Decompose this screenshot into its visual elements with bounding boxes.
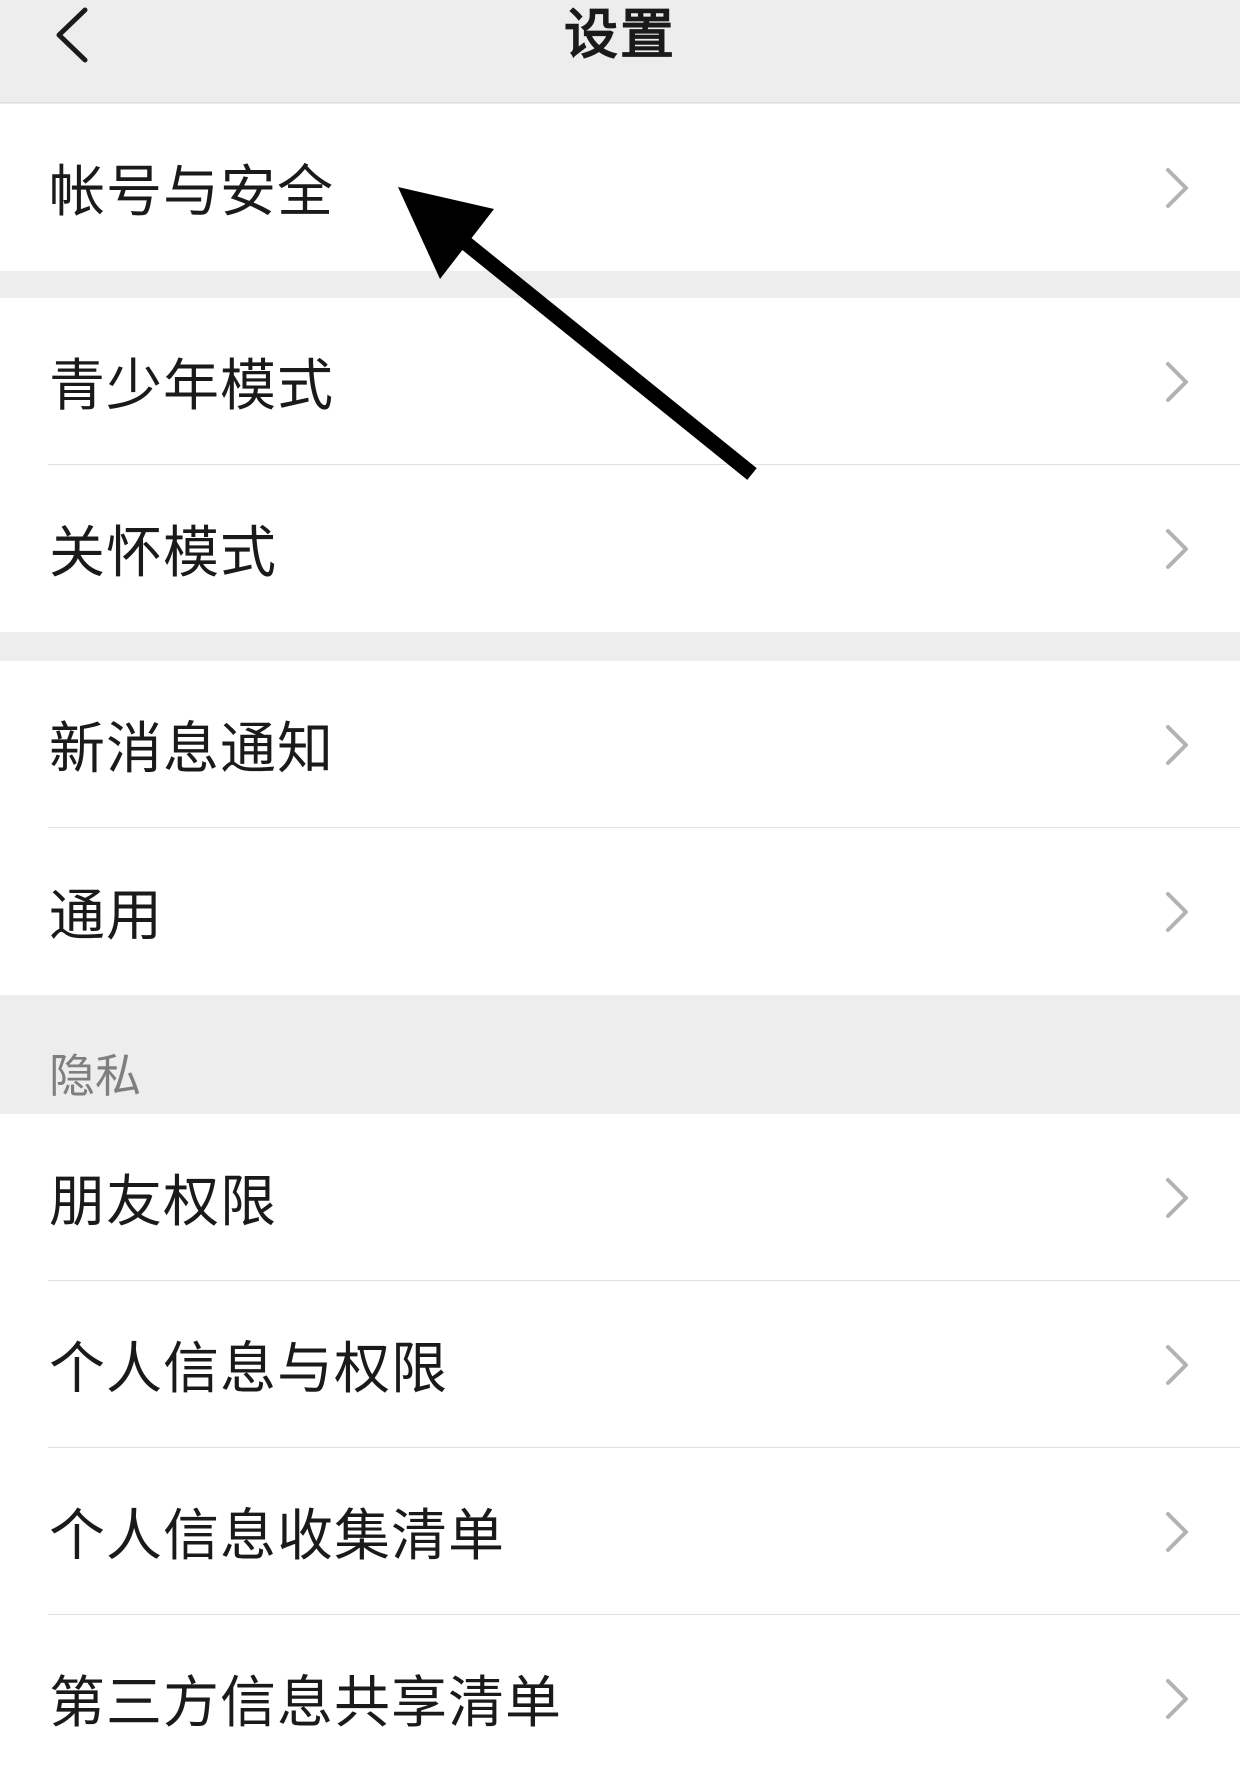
settings-item-third-party-sharing[interactable]: 第三方信息共享清单 — [0, 1615, 1240, 1782]
settings-item-personal-info-collection[interactable]: 个人信息收集清单 — [0, 1448, 1240, 1615]
settings-item-label: 个人信息收集清单 — [49, 1504, 505, 1569]
settings-group-account: 帐号与安全 — [0, 104, 1240, 271]
settings-group-general: 新消息通知 通用 — [0, 661, 1240, 995]
chevron-right-icon — [1166, 361, 1188, 402]
settings-item-teen-mode[interactable]: 青少年模式 — [0, 298, 1240, 465]
settings-item-label: 青少年模式 — [49, 354, 334, 419]
chevron-right-icon — [1166, 1511, 1188, 1552]
chevron-right-icon — [1166, 1344, 1188, 1385]
settings-item-label: 朋友权限 — [49, 1170, 277, 1235]
settings-item-label: 第三方信息共享清单 — [49, 1671, 562, 1736]
settings-item-friend-permissions[interactable]: 朋友权限 — [0, 1114, 1240, 1281]
page-title: 设置 — [564, 3, 676, 66]
settings-item-personal-info-permissions[interactable]: 个人信息与权限 — [0, 1281, 1240, 1448]
settings-group-privacy: 朋友权限 个人信息与权限 个人信息收集清单 第三方信息共享清单 — [0, 1114, 1240, 1782]
nav-bar: 设置 — [0, 0, 1240, 103]
settings-item-label: 通用 — [49, 884, 163, 949]
settings-item-account-security[interactable]: 帐号与安全 — [0, 104, 1240, 271]
settings-item-label: 个人信息与权限 — [49, 1337, 448, 1402]
chevron-right-icon — [1166, 167, 1188, 208]
settings-item-label: 关怀模式 — [49, 521, 277, 586]
settings-item-general[interactable]: 通用 — [0, 828, 1240, 995]
chevron-right-icon — [1166, 891, 1188, 932]
settings-item-care-mode[interactable]: 关怀模式 — [0, 465, 1240, 632]
settings-item-notifications[interactable]: 新消息通知 — [0, 661, 1240, 828]
section-header-privacy: 隐私 — [49, 1049, 141, 1103]
chevron-right-icon — [1166, 1177, 1188, 1218]
chevron-right-icon — [1166, 528, 1188, 569]
settings-group-modes: 青少年模式 关怀模式 — [0, 298, 1240, 632]
chevron-right-icon — [1166, 724, 1188, 765]
settings-item-label: 新消息通知 — [49, 717, 334, 782]
settings-item-label: 帐号与安全 — [49, 160, 334, 225]
